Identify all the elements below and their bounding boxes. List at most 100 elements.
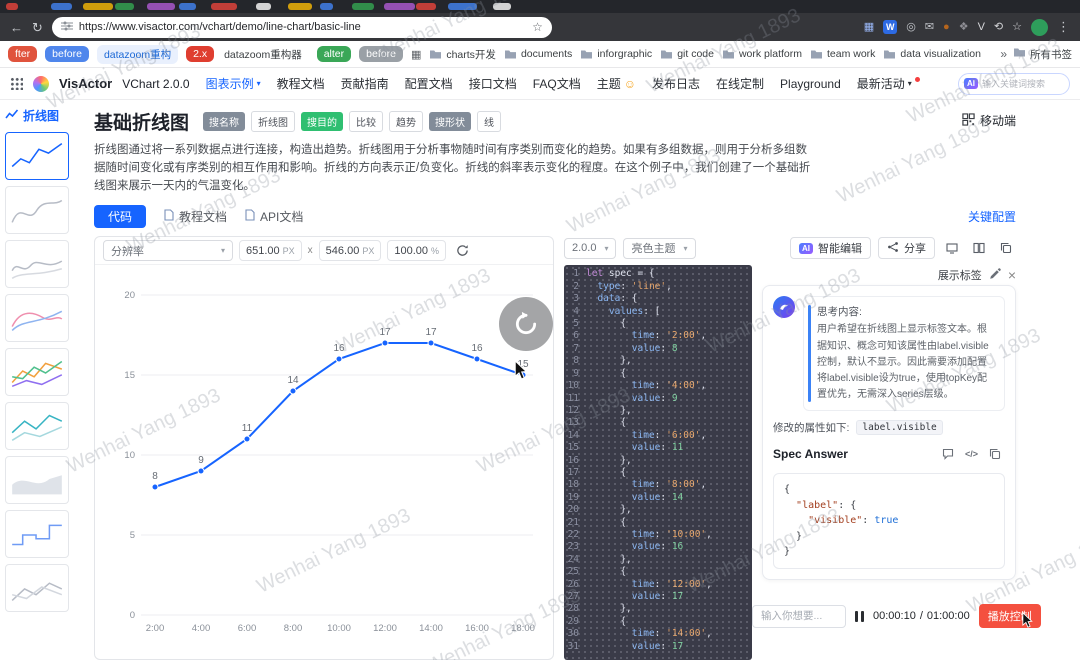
mobile-link[interactable]: 移动端 xyxy=(962,112,1016,129)
back-icon[interactable]: ← xyxy=(10,21,23,34)
pen-icon[interactable] xyxy=(989,268,1001,283)
bookmark-chip[interactable]: datazoom重构器 xyxy=(222,45,309,64)
extension-icon[interactable]: ◎ xyxy=(906,21,916,33)
gallery-thumbnail[interactable] xyxy=(5,132,69,180)
gallery-thumbnail[interactable] xyxy=(5,402,69,450)
extension-icon[interactable]: ⟲ xyxy=(994,21,1003,33)
site-info-icon[interactable] xyxy=(60,20,73,34)
ai-badge: AI xyxy=(964,77,978,90)
copy-answer-icon[interactable] xyxy=(985,444,1005,464)
gallery-thumbnail[interactable] xyxy=(5,564,69,612)
copy-icon[interactable] xyxy=(996,238,1016,258)
site-search[interactable]: AI xyxy=(958,72,1070,95)
tab-api[interactable]: API文档 xyxy=(245,208,303,225)
gallery-thumbnail[interactable] xyxy=(5,240,69,288)
nav-item[interactable]: 接口文档 xyxy=(469,75,517,92)
nav-item[interactable]: 教程文档 xyxy=(277,75,325,92)
nav-item[interactable]: 在线定制 xyxy=(716,75,764,92)
height-input[interactable]: 546.00 PX xyxy=(318,240,382,262)
gallery-category[interactable]: 折线图 xyxy=(5,104,88,126)
tag-chip[interactable]: 比较 xyxy=(349,111,384,132)
url-text[interactable]: https://www.visactor.com/vchart/demo/lin… xyxy=(79,21,526,33)
search-input[interactable] xyxy=(982,78,1064,89)
code-editor[interactable]: 1 let spec = {2 type: 'line', 3 data: {4 v… xyxy=(564,265,752,660)
nav-item[interactable]: 主题 ☺ xyxy=(597,75,636,92)
modified-prop-chip[interactable]: label.visible xyxy=(856,420,943,436)
extension-icon[interactable]: ▦ xyxy=(864,21,874,33)
chart-toolbar: 分辨率 ▾ 651.00 PX x 546.00 PX 100.00% xyxy=(95,237,553,266)
bookmark-folder[interactable]: git code xyxy=(660,48,714,60)
tag-chip[interactable]: 线 xyxy=(477,111,502,132)
tag-chip[interactable]: 折线图 xyxy=(251,111,296,132)
bookmark-grid-icon[interactable]: ▦ xyxy=(411,48,421,61)
share-icon xyxy=(887,241,899,256)
share-button[interactable]: 分享 xyxy=(878,237,935,260)
bookmark-chip[interactable]: before xyxy=(359,46,403,62)
bookmark-folder[interactable]: team work xyxy=(810,48,875,60)
bookmark-chip[interactable]: before xyxy=(45,46,89,62)
tab-tutorial[interactable]: 教程文档 xyxy=(164,208,227,225)
reload-icon[interactable]: ↻ xyxy=(32,21,43,34)
nav-item[interactable]: 最新活动 ▾ xyxy=(857,75,920,92)
extension-icon[interactable]: V xyxy=(978,21,985,33)
nav-item[interactable]: FAQ文档 xyxy=(533,75,581,92)
gallery-thumbnail[interactable] xyxy=(5,456,69,504)
extension-icon[interactable]: W xyxy=(883,20,898,34)
bookmarks-overflow-icon[interactable]: » xyxy=(1000,47,1007,61)
key-config-link[interactable]: 关键配置 xyxy=(968,208,1016,225)
tab-code[interactable]: 代码 xyxy=(94,205,147,229)
gallery-thumbnail[interactable] xyxy=(5,348,69,396)
bookmark-star-icon[interactable]: ☆ xyxy=(532,20,543,34)
nav-item[interactable]: 发布日志 xyxy=(652,75,700,92)
prompt-input[interactable] xyxy=(752,604,846,628)
resolution-select[interactable]: 分辨率 ▾ xyxy=(103,240,233,262)
nav-item[interactable]: Playground xyxy=(780,77,841,91)
bookmark-folder[interactable]: charts开发 xyxy=(429,47,496,62)
gallery-thumbnail[interactable] xyxy=(5,294,69,342)
extension-icons: ▦ W ◎ ✉ ● ❖ V ⟲ ☆ xyxy=(864,20,1022,34)
tag-chip[interactable]: 搜目的 xyxy=(301,112,344,131)
bookmark-chip[interactable]: alter xyxy=(316,46,352,62)
extension-icon[interactable]: ❖ xyxy=(959,21,969,33)
brand-name[interactable]: VisActor xyxy=(59,76,112,91)
gallery-thumbnail[interactable] xyxy=(5,510,69,558)
tag-chip[interactable]: 搜名称 xyxy=(203,112,246,131)
chat-icon[interactable] xyxy=(938,444,958,464)
bookmark-folder[interactable]: documents xyxy=(504,48,572,60)
pause-icon[interactable] xyxy=(855,610,864,622)
all-bookmarks[interactable]: 所有书签 xyxy=(1013,47,1072,62)
layout-icon[interactable] xyxy=(969,238,989,258)
bookmark-chip[interactable]: datazoom重构 xyxy=(96,44,179,64)
bookmark-chip[interactable]: 2.x xyxy=(186,46,215,62)
extension-icon[interactable]: ☆ xyxy=(1012,21,1022,33)
url-bar[interactable]: https://www.visactor.com/vchart/demo/lin… xyxy=(51,16,552,38)
extension-icon[interactable]: ● xyxy=(943,21,950,33)
apps-grid-icon[interactable] xyxy=(10,77,23,90)
ai-edit-button[interactable]: AI 智能编辑 xyxy=(790,237,871,260)
browser-menu-icon[interactable]: ⋮ xyxy=(1057,19,1070,35)
code-line: 23 value: 16 xyxy=(567,541,684,553)
extension-icon[interactable]: ✉ xyxy=(925,21,934,33)
bookmark-folder[interactable]: data visualization xyxy=(883,48,981,60)
bookmark-folder[interactable]: inforgraphic xyxy=(580,48,652,60)
nav-item[interactable]: 图表示例 ▾ xyxy=(206,75,261,92)
visactor-logo[interactable] xyxy=(33,75,49,92)
width-input[interactable]: 651.00 PX xyxy=(239,240,302,262)
tag-chip[interactable]: 搜形状 xyxy=(429,112,472,131)
product-version[interactable]: VChart 2.0.0 xyxy=(122,77,189,91)
nav-item[interactable]: 配置文档 xyxy=(405,75,453,92)
fullscreen-icon[interactable] xyxy=(942,238,962,258)
version-select[interactable]: 2.0.0 ▾ xyxy=(564,237,617,259)
bookmark-chip[interactable]: fter xyxy=(8,46,38,62)
gallery-thumbnail[interactable] xyxy=(5,186,69,234)
close-icon[interactable]: × xyxy=(1008,268,1016,282)
code-view-icon[interactable]: </> xyxy=(965,449,978,459)
profile-avatar[interactable] xyxy=(1031,18,1048,36)
bookmark-folder[interactable]: work platform xyxy=(722,48,802,60)
tab-blob xyxy=(51,3,72,10)
refresh-chart-icon[interactable] xyxy=(452,241,472,261)
theme-select[interactable]: 亮色主题 ▾ xyxy=(623,237,696,259)
zoom-input[interactable]: 100.00% xyxy=(387,240,447,262)
tag-chip[interactable]: 趋势 xyxy=(389,111,424,132)
nav-item[interactable]: 贡献指南 xyxy=(341,75,389,92)
